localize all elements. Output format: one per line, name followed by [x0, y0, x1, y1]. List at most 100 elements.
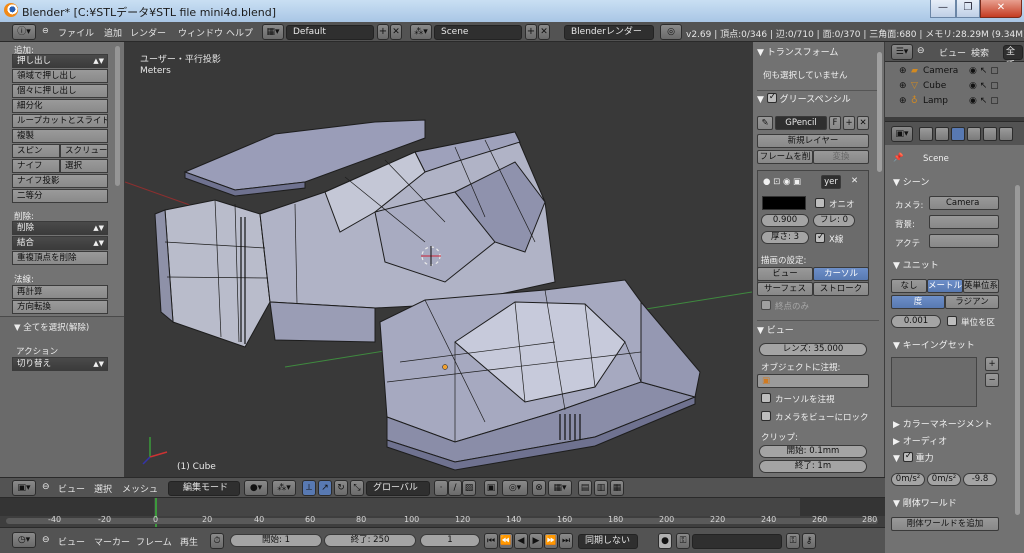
flip-normals-button[interactable]: 方向転換 [12, 300, 108, 314]
menu-window[interactable]: ウィンドウ [178, 26, 223, 39]
jump-keyframe-forward-icon[interactable]: ⏩ [544, 533, 558, 549]
lock-cursor-checkbox[interactable] [761, 393, 771, 403]
modifier-tab-icon[interactable] [999, 127, 1013, 141]
pivot-point-icon[interactable]: ⁂▾ [272, 480, 296, 496]
opacity-field[interactable]: 0.900 [761, 214, 809, 227]
duplicate-button[interactable]: 複製 [12, 129, 108, 143]
collapse-menu-icon[interactable]: ⊖ [42, 482, 50, 492]
properties-editor-icon[interactable]: ▣▾ [891, 126, 913, 142]
layer-color-swatch[interactable] [762, 196, 806, 210]
play-icon[interactable]: ▶ [529, 533, 543, 549]
editor-type-timeline-icon[interactable]: ◷▾ [12, 532, 36, 548]
select-menu[interactable]: 選択 [94, 482, 112, 495]
audio-header[interactable]: ▶ オーディオ [893, 434, 947, 447]
minimize-button[interactable]: — [930, 0, 956, 18]
color-management-header[interactable]: ▶ カラーマネージメント [893, 417, 993, 430]
end-frame-field[interactable]: 終了: 250 [324, 534, 416, 547]
unit-metric-button[interactable]: メートル [927, 279, 963, 293]
preview-range-icon[interactable]: ⏱ [210, 533, 224, 549]
insert-keyframe-icon[interactable]: ⚿ [786, 533, 800, 549]
draw-view-button[interactable]: ビュー [757, 267, 813, 281]
screen-layout-field[interactable]: Default [286, 25, 374, 40]
timeline-area[interactable] [0, 497, 885, 528]
vertex-select-icon[interactable]: · [434, 480, 448, 496]
opengl-playblast-icon[interactable]: ▦ [610, 480, 624, 496]
translate-manipulator-icon[interactable]: ↗ [318, 480, 332, 496]
remove-doubles-button[interactable]: 重複頂点を削除 [12, 251, 108, 265]
action-select[interactable]: 切り替え ▲▼ [12, 357, 108, 371]
select-all-operator-title[interactable]: ▼ 全てを選択(解除) [14, 321, 89, 333]
add-layout-icon[interactable]: + [377, 24, 389, 40]
clip-start-field[interactable]: 開始: 0.1mm [759, 445, 867, 458]
manipulator-toggle-icon[interactable]: ⟂ [302, 480, 316, 496]
marker-menu[interactable]: マーカー [94, 535, 130, 548]
add-rigid-world-button[interactable]: 剛体ワールドを追加 [891, 517, 999, 531]
units-panel-header[interactable]: ▼ ユニット [893, 258, 939, 271]
keying-remove-icon[interactable]: − [985, 373, 999, 387]
opengl-anim-icon[interactable]: ▥ [594, 480, 608, 496]
draw-cursor-button[interactable]: カーソル [813, 267, 869, 281]
editor-type-info-icon[interactable]: ⓘ▾ [12, 24, 36, 40]
background-scene-field[interactable] [929, 215, 999, 229]
screen-layout-icon[interactable]: ▦▾ [262, 24, 284, 40]
subdivide-button[interactable]: 細分化 [12, 99, 108, 113]
join-menu-button[interactable]: 結合 ▲▼ [12, 236, 108, 250]
rotate-manipulator-icon[interactable]: ↻ [334, 480, 348, 496]
outliner-editor-icon[interactable]: ☰▾ [891, 44, 913, 60]
edge-select-icon[interactable]: / [448, 480, 462, 496]
editor-type-3dview-icon[interactable]: ▣▾ [12, 480, 36, 496]
unit-scale-field[interactable]: 0.001 [891, 315, 941, 328]
outliner-row-camera[interactable]: ⊕ ▰ Camera ◉ ↖ ▢ [889, 66, 1021, 80]
rigid-world-header[interactable]: ▼ 剛体ワールド [893, 496, 957, 509]
outliner-display-mode[interactable]: 全て [1003, 45, 1023, 70]
timeline-scrollbar[interactable] [6, 518, 878, 524]
onion-checkbox[interactable] [815, 198, 825, 208]
snap-toggle-icon[interactable]: ⊗ [532, 480, 546, 496]
screw-button[interactable]: スクリュー [60, 144, 108, 158]
grease-pencil-checkbox[interactable] [766, 92, 777, 103]
proportional-edit-icon[interactable]: ◎▾ [502, 480, 528, 496]
properties-scrollbar[interactable] [1015, 185, 1020, 515]
current-frame-field[interactable]: 1 [420, 534, 480, 547]
world-tab-icon[interactable] [967, 127, 981, 141]
unit-degrees-button[interactable]: 度 [891, 295, 945, 309]
outliner-view-menu[interactable]: ビュー [939, 46, 966, 59]
delete-menu-button[interactable]: 削除 ▲▼ [12, 221, 108, 235]
separate-units-checkbox[interactable] [947, 316, 957, 326]
scale-manipulator-icon[interactable]: ⤡ [350, 480, 364, 496]
jump-end-icon[interactable]: ⏭ [559, 533, 573, 549]
view-panel-header[interactable]: ▼ ビュー [757, 320, 879, 336]
lock-camera-checkbox[interactable] [761, 411, 771, 421]
viewport-shading-icon[interactable]: ●▾ [244, 480, 268, 496]
gpencil-remove-icon[interactable]: ✕ [857, 116, 869, 130]
scene-camera-field[interactable]: Camera [929, 196, 999, 210]
gravity-z-field[interactable]: -9.8 [963, 473, 997, 486]
outliner-search-menu[interactable]: 検索 [971, 46, 989, 59]
layer-remove-icon[interactable]: ✕ [851, 176, 858, 186]
grease-pencil-header[interactable]: ▼ グリースペンシル [757, 90, 879, 105]
bisect-button[interactable]: 二等分 [12, 189, 108, 203]
timeline-view-menu[interactable]: ビュー [58, 535, 85, 548]
play-reverse-icon[interactable]: ◀ [514, 533, 528, 549]
scene-field[interactable]: Scene [434, 25, 522, 40]
menu-render[interactable]: レンダー [130, 26, 166, 39]
thickness-field[interactable]: 厚さ: 3 [761, 231, 809, 244]
sync-mode-select[interactable]: 同期しない [578, 534, 638, 549]
keying-sets-list[interactable] [891, 357, 977, 407]
maximize-button[interactable]: ❐ [956, 0, 980, 18]
unit-imperial-button[interactable]: 英単位系 [963, 279, 999, 293]
playback-menu[interactable]: 再生 [180, 535, 198, 548]
tool-shelf-scrollbar[interactable] [115, 46, 120, 186]
lock-object-field[interactable]: ▣ [757, 374, 869, 388]
collapse-menu-icon[interactable]: ⊖ [42, 26, 49, 35]
menu-help[interactable]: ヘルプ [226, 26, 253, 39]
loop-cut-slide-button[interactable]: ループカットとスライド [12, 114, 108, 128]
extrude-individual-button[interactable]: 個々に押し出し [12, 84, 108, 98]
outliner-row-cube[interactable]: ⊕ ▽ Cube ◉ ↖ ▢ [889, 81, 1021, 95]
knife-button[interactable]: ナイフ [12, 159, 60, 173]
layers-tab-icon[interactable] [935, 127, 949, 141]
add-scene-icon[interactable]: + [525, 24, 537, 40]
knife-select-button[interactable]: 選択 [60, 159, 108, 173]
3d-viewport[interactable]: ユーザー・平行投影 Meters (1) Cube [125, 42, 752, 477]
gravity-x-field[interactable]: 0m/s² [891, 473, 925, 486]
